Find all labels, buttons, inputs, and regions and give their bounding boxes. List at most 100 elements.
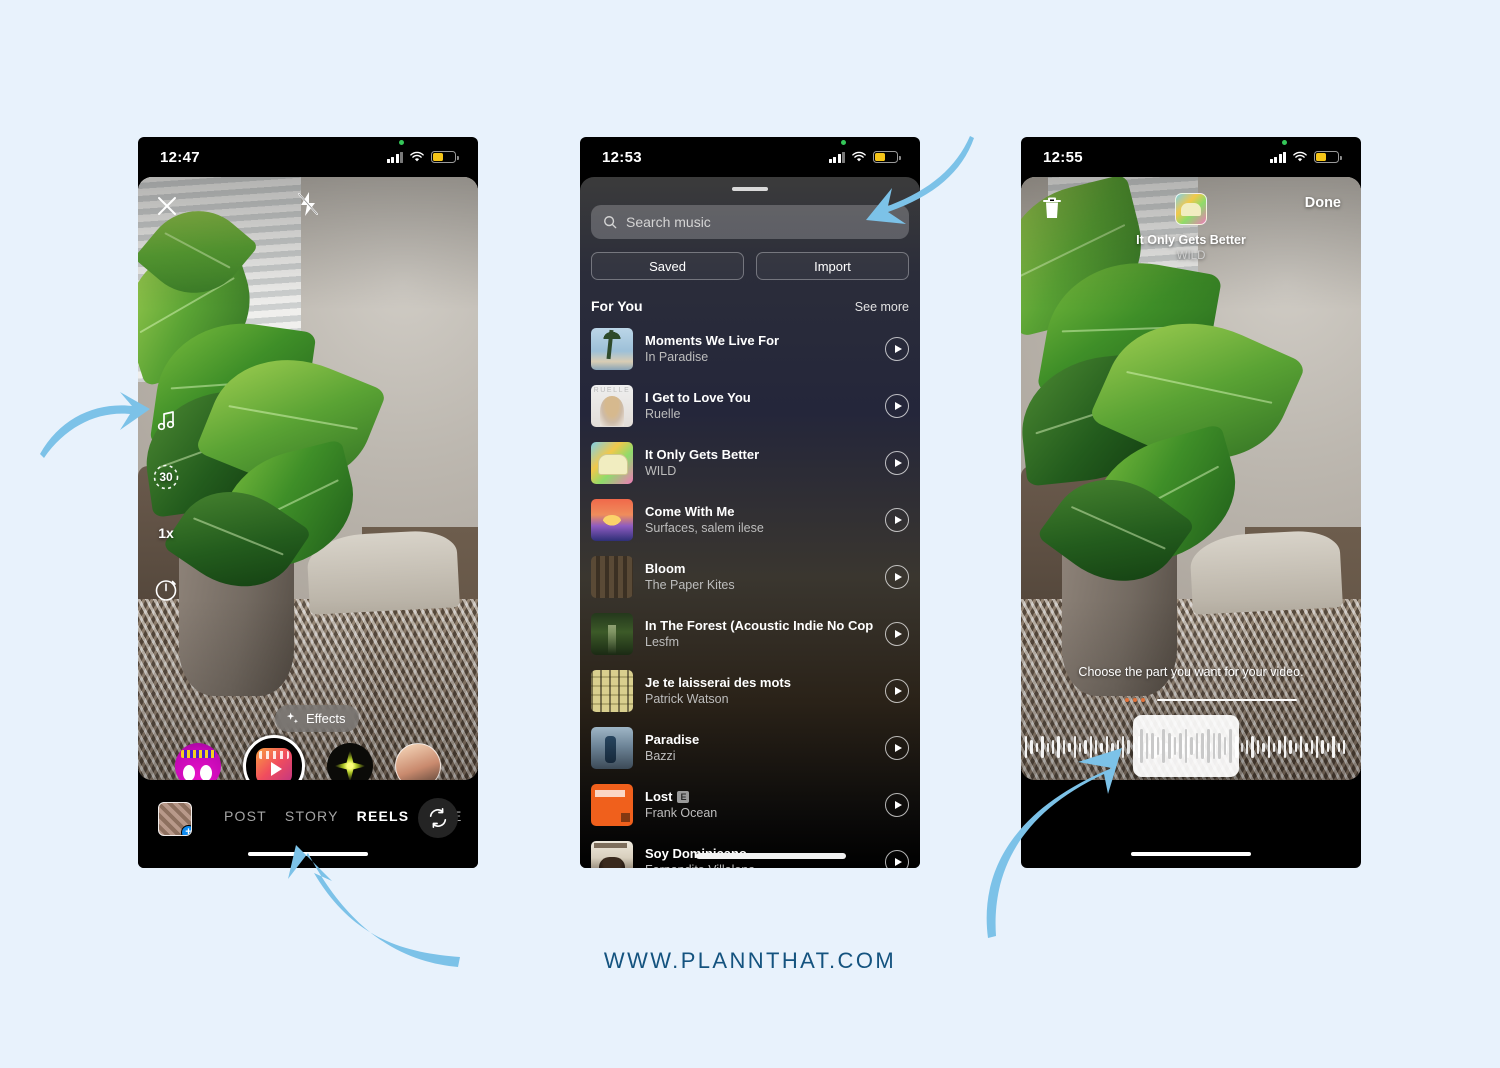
waveform-bar bbox=[1116, 740, 1120, 754]
effect-face-filter[interactable] bbox=[395, 743, 441, 780]
waveform-bar bbox=[1179, 733, 1182, 759]
phone-music-picker-screen: 12:53 Search music Saved Import For You … bbox=[580, 137, 920, 868]
waveform-bar bbox=[1111, 742, 1114, 752]
duration-ring-icon[interactable]: 30 bbox=[152, 463, 180, 491]
waveform-bar bbox=[1332, 736, 1335, 758]
album-art bbox=[591, 441, 633, 484]
saved-button[interactable]: Saved bbox=[591, 252, 744, 280]
battery-icon bbox=[873, 151, 901, 163]
reels-capture-button[interactable] bbox=[243, 735, 305, 780]
add-badge[interactable]: + bbox=[181, 825, 191, 835]
album-art bbox=[591, 498, 633, 541]
recording-indicator-dot bbox=[1282, 140, 1287, 145]
video-preview[interactable]: Done It Only Gets Better WILD Choose the… bbox=[1021, 177, 1361, 780]
for-you-section-header: For You See more bbox=[591, 298, 909, 314]
waveform-bar bbox=[1173, 737, 1177, 755]
viewfinder-vignette bbox=[138, 177, 478, 780]
sparkle-icon bbox=[286, 712, 299, 724]
close-icon[interactable] bbox=[154, 193, 180, 219]
waveform-bar bbox=[1145, 733, 1149, 759]
list-item[interactable]: Soy Dominicano Fernandito Villalona bbox=[580, 833, 920, 868]
track-title: It Only Gets Better bbox=[1136, 233, 1246, 247]
list-item[interactable]: In The Forest (Acoustic Indie No Copyrig… bbox=[580, 605, 920, 662]
play-circle-icon[interactable] bbox=[885, 735, 909, 760]
play-circle-icon[interactable] bbox=[885, 792, 909, 817]
home-indicator bbox=[248, 852, 368, 856]
effect-sparkle-filter[interactable] bbox=[327, 743, 373, 780]
flash-off-icon[interactable] bbox=[296, 191, 320, 217]
status-time: 12:47 bbox=[160, 148, 200, 166]
waveform-bar bbox=[1218, 733, 1221, 759]
progress-dot bbox=[1141, 698, 1145, 702]
trim-hint-text: Choose the part you want for your video. bbox=[1078, 665, 1304, 679]
list-item[interactable]: Moments We Live For In Paradise bbox=[580, 320, 920, 377]
track-list[interactable]: Moments We Live For In Paradise I Get to… bbox=[580, 320, 920, 868]
music-note-icon[interactable] bbox=[152, 407, 180, 435]
camera-viewfinder[interactable]: 30 1x Effects bbox=[138, 177, 478, 780]
mode-tab-post[interactable]: POST bbox=[224, 808, 267, 824]
camera-roll-thumbnail[interactable]: + bbox=[158, 802, 192, 836]
play-circle-icon[interactable] bbox=[885, 336, 909, 361]
play-circle-icon[interactable] bbox=[885, 507, 909, 532]
track-artist: WILD bbox=[645, 464, 677, 478]
mode-tab-reels[interactable]: REELS bbox=[357, 808, 410, 824]
import-button[interactable]: Import bbox=[756, 252, 909, 280]
play-circle-icon[interactable] bbox=[885, 564, 909, 589]
search-icon bbox=[604, 216, 617, 229]
camera-preview-image bbox=[138, 177, 478, 780]
track-artist: Surfaces, salem ilese bbox=[645, 521, 764, 535]
waveform-bar bbox=[1057, 736, 1060, 758]
album-art bbox=[591, 555, 633, 598]
search-music-field[interactable]: Search music bbox=[591, 205, 909, 239]
waveform-bar bbox=[1283, 736, 1287, 758]
list-item[interactable]: Come With Me Surfaces, salem ilese bbox=[580, 491, 920, 548]
waveform-bar bbox=[1212, 733, 1216, 759]
play-circle-icon[interactable] bbox=[885, 450, 909, 475]
list-item[interactable]: Bloom The Paper Kites bbox=[580, 548, 920, 605]
album-art bbox=[591, 726, 633, 769]
play-circle-icon[interactable] bbox=[885, 678, 909, 703]
recording-indicator-dot bbox=[399, 140, 404, 145]
sheet-grabber[interactable] bbox=[732, 187, 768, 191]
list-item[interactable]: Je te laisserai des mots Patrick Watson bbox=[580, 662, 920, 719]
waveform-bar bbox=[1051, 740, 1055, 754]
play-circle-icon[interactable] bbox=[885, 393, 909, 418]
see-more-link[interactable]: See more bbox=[855, 300, 909, 314]
list-item[interactable]: Lost E Frank Ocean bbox=[580, 776, 920, 833]
battery-icon bbox=[1314, 151, 1342, 163]
speed-icon[interactable]: 1x bbox=[152, 519, 180, 547]
waveform-bar bbox=[1294, 742, 1297, 752]
effects-button[interactable]: Effects bbox=[275, 705, 359, 732]
track-title: It Only Gets Better bbox=[645, 447, 760, 462]
waveform-bar bbox=[1156, 737, 1160, 755]
waveform-bar bbox=[1272, 742, 1276, 752]
waveform-bar bbox=[1343, 740, 1346, 754]
play-circle-icon[interactable] bbox=[885, 621, 909, 646]
progress-dot bbox=[1133, 698, 1137, 702]
list-item[interactable]: I Get to Love You Ruelle bbox=[580, 377, 920, 434]
effect-eyes-filter[interactable] bbox=[175, 743, 221, 780]
camera-bottom-bar: + POST STORY REELS LIVE bbox=[138, 780, 478, 868]
trim-selection-handle[interactable] bbox=[1133, 715, 1239, 777]
effects-carousel[interactable] bbox=[138, 735, 478, 780]
track-artist: WILD bbox=[1176, 250, 1206, 262]
waveform-bar bbox=[1256, 740, 1260, 754]
list-item[interactable]: It Only Gets Better WILD bbox=[580, 434, 920, 491]
stopwatch-icon[interactable] bbox=[152, 575, 180, 603]
waveform-bar bbox=[1229, 729, 1233, 763]
cellular-bars-icon bbox=[1269, 151, 1286, 163]
waveform-bar bbox=[1030, 740, 1033, 754]
waveform-bar bbox=[1201, 733, 1205, 759]
play-circle-icon[interactable] bbox=[885, 849, 909, 868]
list-item[interactable]: Paradise Bazzi bbox=[580, 719, 920, 776]
waveform-bar bbox=[1167, 733, 1171, 759]
flip-camera-icon[interactable] bbox=[418, 798, 458, 838]
mode-tab-story[interactable]: STORY bbox=[285, 808, 339, 824]
waveform-bar bbox=[1122, 736, 1125, 758]
track-artist: Lesfm bbox=[645, 635, 680, 649]
playback-progress[interactable] bbox=[1125, 695, 1297, 705]
status-indicators bbox=[1269, 140, 1342, 163]
phone-audio-trim-screen: 12:55 Done It Only Gets Better WILD Choo… bbox=[1021, 137, 1361, 868]
waveform-bar bbox=[1223, 737, 1227, 755]
music-sheet: Search music Saved Import For You See mo… bbox=[580, 177, 920, 868]
